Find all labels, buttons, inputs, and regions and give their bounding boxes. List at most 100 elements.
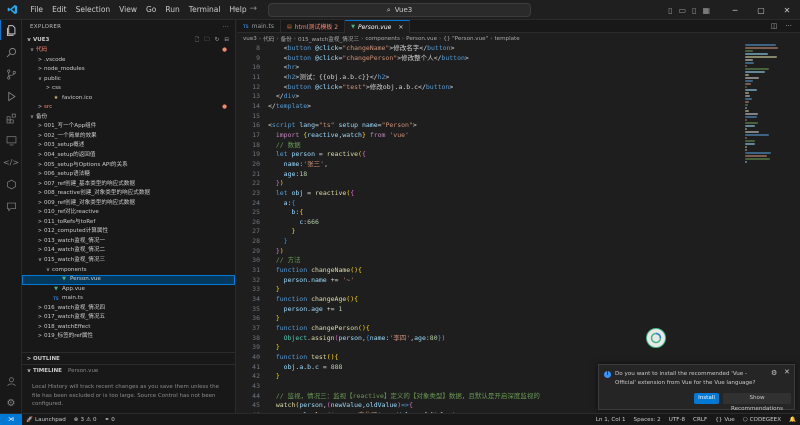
code-line[interactable]: 28 }: [237, 237, 800, 247]
tree-folder[interactable]: >011_toRefs与toRef: [22, 218, 235, 228]
menu-edit[interactable]: Edit: [48, 0, 72, 20]
tree-folder[interactable]: >017_watch监视_情况五: [22, 313, 235, 323]
timeline-header[interactable]: v TIMELINE Person.vue: [22, 365, 235, 377]
toggle-panel-icon[interactable]: ▭: [678, 6, 686, 15]
breadcrumb-item[interactable]: template: [494, 36, 519, 42]
problems-item[interactable]: ⊗ 3 ⚠ 0: [70, 417, 101, 423]
tree-folder[interactable]: >006_setup语法糖: [22, 170, 235, 180]
language-mode[interactable]: {} Vue: [711, 417, 739, 423]
close-window-button[interactable]: ✕: [774, 0, 800, 20]
tree-folder[interactable]: v 015_watch监视_情况三: [22, 256, 235, 266]
code-line[interactable]: 40 function test(){: [237, 353, 800, 363]
encoding[interactable]: UTF-8: [665, 417, 689, 423]
code-line[interactable]: 34 function changeAge(){: [237, 295, 800, 305]
code-line[interactable]: 29 }): [237, 247, 800, 257]
tree-folder[interactable]: > css: [22, 84, 235, 94]
codegeex-status[interactable]: ⬡ CODEGEEX: [739, 417, 785, 423]
show-recommendations-button[interactable]: Show Recommendations: [723, 393, 791, 412]
code-line[interactable]: 24 a:{: [237, 199, 800, 209]
code-line[interactable]: 26 c:666: [237, 218, 800, 228]
ports-item[interactable]: ⚭ 0: [101, 417, 119, 423]
tree-folder[interactable]: >004_setup的返回值: [22, 151, 235, 161]
tree-file[interactable]: TS main.ts: [22, 294, 235, 304]
code-line[interactable]: 20 name:'张三',: [237, 160, 800, 170]
back-arrow-icon[interactable]: ←: [232, 4, 240, 14]
tree-folder[interactable]: v public: [22, 75, 235, 85]
tree-folder[interactable]: >009_ref创建_对象类型的响应式数据: [22, 199, 235, 209]
install-button[interactable]: Install: [694, 393, 719, 404]
remote-explorer-icon[interactable]: [0, 130, 22, 150]
editor-tab[interactable]: TS main.ts: [237, 20, 281, 33]
code-line[interactable]: 32 person.name += '~': [237, 276, 800, 286]
breadcrumb-item[interactable]: 015_watch监视_情况三: [298, 35, 359, 43]
toggle-secondary-sidebar-icon[interactable]: ▯: [692, 6, 696, 15]
tree-folder[interactable]: v 备份: [22, 113, 235, 123]
code-line[interactable]: 35 person.age += 1: [237, 305, 800, 315]
indentation[interactable]: Spaces: 2: [630, 417, 665, 423]
code-editor[interactable]: 8 <button @click="changeName">修改名字</butt…: [237, 44, 800, 413]
tree-folder[interactable]: >019_标签的ref属性: [22, 332, 235, 342]
tree-folder[interactable]: >003_setup概述: [22, 141, 235, 151]
tree-folder[interactable]: >014_watch监视_情况二: [22, 246, 235, 256]
code-line[interactable]: 21 age:18: [237, 170, 800, 180]
settings-gear-icon[interactable]: ⚙: [0, 393, 22, 413]
more-actions-icon[interactable]: ···: [785, 22, 792, 30]
code-line[interactable]: 38 Object.assign(person,{name:'李四',age:8…: [237, 334, 800, 344]
tree-folder[interactable]: > node_modules: [22, 65, 235, 75]
code-line[interactable]: 37 function changePerson(){: [237, 324, 800, 334]
tree-folder[interactable]: v 代码 ●: [22, 46, 235, 56]
tree-folder[interactable]: >018_watchEffect: [22, 323, 235, 333]
code-line[interactable]: 19 let person = reactive({: [237, 150, 800, 160]
customize-layout-icon[interactable]: ▦: [702, 6, 710, 15]
gear-icon[interactable]: ⚙: [771, 369, 777, 377]
breadcrumb-item[interactable]: 备份: [281, 35, 292, 43]
codegeex-icon[interactable]: [0, 174, 22, 194]
toggle-sidebar-icon[interactable]: ▯: [668, 6, 672, 15]
code-line[interactable]: 12 <button @click="test">修改obj.a.b.c</bu…: [237, 83, 800, 93]
explorer-icon[interactable]: [0, 20, 22, 40]
more-actions-icon[interactable]: ···: [223, 20, 229, 34]
tree-folder[interactable]: >010_ref对比reactive: [22, 208, 235, 218]
end-of-line[interactable]: CRLF: [689, 417, 711, 423]
run-debug-icon[interactable]: [0, 86, 22, 106]
breadcrumb-item[interactable]: 代码: [263, 35, 274, 43]
close-icon[interactable]: ✕: [784, 368, 790, 376]
menu-view[interactable]: View: [115, 0, 142, 20]
code-line[interactable]: 39 }: [237, 343, 800, 353]
tree-folder[interactable]: >001_写一个App组件: [22, 122, 235, 132]
cursor-position[interactable]: Ln 1, Col 1: [592, 417, 630, 423]
code-line[interactable]: 22 }): [237, 179, 800, 189]
workspace-root[interactable]: v VUE3 🗋 🗀 ↻ ⊟: [22, 34, 235, 46]
tree-file[interactable]: ▼ Person.vue: [22, 275, 235, 285]
code-line[interactable]: 10 <hr>: [237, 63, 800, 73]
codegeex-floating-badge[interactable]: [646, 328, 666, 348]
code-line[interactable]: 9 <button @click="changePerson">修改整个人</b…: [237, 54, 800, 64]
close-tab-icon[interactable]: ✕: [398, 24, 403, 31]
source-control-icon[interactable]: [0, 64, 22, 84]
tree-folder[interactable]: > .vscode: [22, 56, 235, 66]
refresh-icon[interactable]: ↻: [215, 34, 220, 46]
tree-folder[interactable]: >013_watch监视_情况一: [22, 237, 235, 247]
menu-run[interactable]: Run: [161, 0, 184, 20]
search-icon[interactable]: [0, 42, 22, 62]
outline-section[interactable]: > OUTLINE: [22, 352, 235, 364]
launchpad-item[interactable]: 🚀 Launchpad: [22, 417, 70, 423]
editor-tab[interactable]: ▼ Person.vue ✕: [345, 20, 411, 33]
editor-tab[interactable]: ▤ html测试模板 2: [281, 20, 346, 33]
extensions-icon[interactable]: [0, 108, 22, 128]
menu-selection[interactable]: Selection: [71, 0, 115, 20]
chat-icon[interactable]: [0, 196, 22, 216]
code-line[interactable]: 27 }: [237, 227, 800, 237]
tree-folder[interactable]: >005_setup与Options API的关系: [22, 161, 235, 171]
menu-go[interactable]: Go: [141, 0, 160, 20]
code-line[interactable]: 11 <h2>测试：{{obj.a.b.c}}</h2>: [237, 73, 800, 83]
notifications-bell-icon[interactable]: 🔔: [785, 417, 800, 423]
minimize-button[interactable]: ─: [722, 0, 748, 20]
code-line[interactable]: 33 }: [237, 285, 800, 295]
tree-folder[interactable]: >016_watch监视_情况四: [22, 304, 235, 314]
tree-folder[interactable]: v components: [22, 266, 235, 276]
menu-terminal[interactable]: Terminal: [184, 0, 225, 20]
code-line[interactable]: 23 let obj = reactive({: [237, 189, 800, 199]
menu-file[interactable]: File: [26, 0, 48, 20]
code-line[interactable]: 18 // 数据: [237, 141, 800, 151]
